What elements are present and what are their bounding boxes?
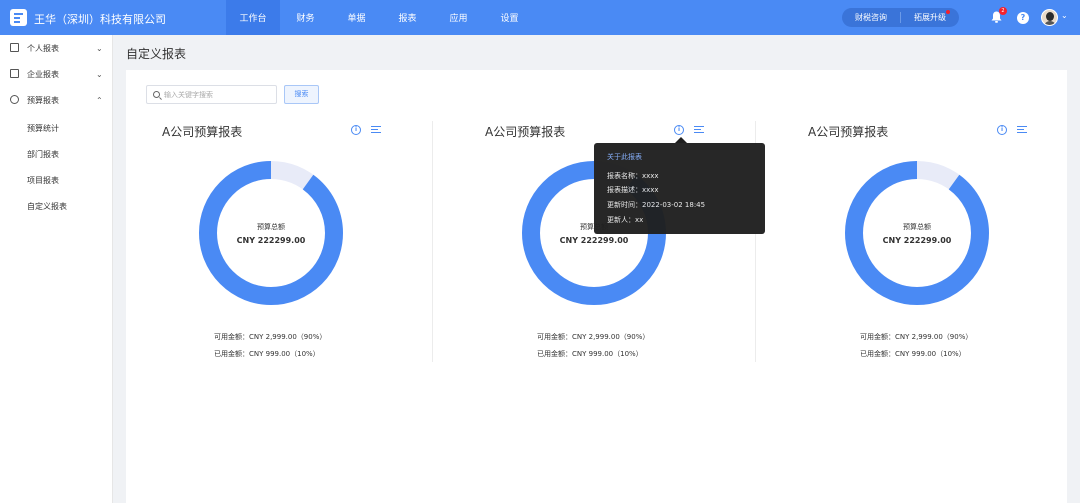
card-divider [432,121,433,362]
sidebar-item-budget-stats[interactable]: 预算统计 [27,123,59,134]
available-amount: 可用金额：CNY 2,999.00（90%） [214,333,327,341]
tooltip-title: 关于此报表 [607,153,642,161]
notification-badge: 2 [999,7,1007,15]
chevron-up-icon: ⌃ [96,95,103,105]
used-amount: 已用金额：CNY 999.00（10%） [860,350,966,358]
report-card-title: A公司预算报表 [485,125,566,139]
sidebar-group-label: 预算报表 [27,95,59,105]
sidebar: 个人报表 ⌄ 企业报表 ⌄ 预算报表 ⌃ 预算统计 部门报表 项目报表 自定义报… [0,35,113,503]
tooltip-report-name: 报表名称：xxxx [607,172,659,180]
main-nav: 工作台 财务 单据 报表 应用 设置 [226,0,535,35]
donut-center-value: CNY 222299.00 [882,236,952,245]
donut-center-value: CNY 222299.00 [559,236,629,245]
report-card-title: A公司预算报表 [808,125,889,139]
budget-donut-chart [199,161,343,305]
building-icon [10,69,19,78]
donut-available-arc [845,161,989,305]
list-settings-icon[interactable] [1017,126,1027,135]
nav-tab-documents[interactable]: 单据 [331,0,382,35]
search-field[interactable] [146,85,277,104]
donut-center-label: 预算总额 [257,223,285,231]
sidebar-item-department-reports[interactable]: 部门报表 [27,149,59,160]
search-button[interactable]: 搜索 [284,85,319,104]
sidebar-group-label: 企业报表 [27,69,59,79]
donut-center-value: CNY 222299.00 [236,236,306,245]
sidebar-group-budget-reports[interactable]: 预算报表 ⌃ [0,90,113,110]
avatar[interactable] [1041,9,1058,26]
chevron-down-icon: ⌄ [96,43,103,53]
pie-chart-icon [10,95,19,104]
search-input[interactable] [164,88,274,101]
page-title: 自定义报表 [126,47,187,61]
info-icon[interactable]: i [351,125,361,135]
tooltip-report-description: 报表描述：xxxx [607,186,659,194]
budget-donut-chart [845,161,989,305]
donut-available-arc [199,161,343,305]
chevron-down-icon[interactable]: ⌄ [1061,11,1068,20]
sidebar-item-project-reports[interactable]: 项目报表 [27,175,59,186]
checkbox-icon [10,43,19,52]
donut-center-label: 预算总额 [903,223,931,231]
available-amount: 可用金额：CNY 2,999.00（90%） [860,333,973,341]
nav-tab-apps[interactable]: 应用 [433,0,484,35]
nav-tab-finance[interactable]: 财务 [280,0,331,35]
upgrade-button[interactable]: 拓展升级 [901,12,959,23]
sidebar-group-personal-reports[interactable]: 个人报表 ⌄ [0,38,113,58]
info-icon[interactable]: i [674,125,684,135]
sidebar-group-enterprise-reports[interactable]: 企业报表 ⌄ [0,64,113,84]
app-logo-icon[interactable] [10,9,27,26]
list-settings-icon[interactable] [371,126,381,135]
info-icon[interactable]: i [997,125,1007,135]
used-amount: 已用金额：CNY 999.00（10%） [214,350,320,358]
nav-tab-reports[interactable]: 报表 [382,0,433,35]
search-icon [153,91,160,98]
sidebar-group-label: 个人报表 [27,43,59,53]
report-info-tooltip: 关于此报表 报表名称：xxxx 报表描述：xxxx 更新时间：2022-03-0… [594,143,765,234]
used-amount: 已用金额：CNY 999.00（10%） [537,350,643,358]
chevron-down-icon: ⌄ [96,69,103,79]
service-pill: 财税咨询 拓展升级 [842,8,959,27]
available-amount: 可用金额：CNY 2,999.00（90%） [537,333,650,341]
chevron-down-icon[interactable]: ⌄ [156,11,164,21]
company-name[interactable]: 王华（深圳）科技有限公司 [34,11,166,27]
tax-consulting-button[interactable]: 财税咨询 [842,12,900,23]
report-card-title: A公司预算报表 [162,125,243,139]
tooltip-updated-by: 更新人：xx [607,216,644,224]
help-icon[interactable]: ? [1017,12,1029,24]
tooltip-updated-time: 更新时间：2022-03-02 18:45 [607,201,706,209]
upgrade-dot-badge [946,10,950,14]
nav-tab-workbench[interactable]: 工作台 [226,0,280,35]
top-navigation-bar: 王华（深圳）科技有限公司 ⌄ 工作台 财务 单据 报表 应用 设置 财税咨询 拓… [0,0,1080,35]
nav-tab-settings[interactable]: 设置 [484,0,535,35]
sidebar-item-custom-reports[interactable]: 自定义报表 [27,201,67,212]
list-settings-icon[interactable] [694,126,704,135]
